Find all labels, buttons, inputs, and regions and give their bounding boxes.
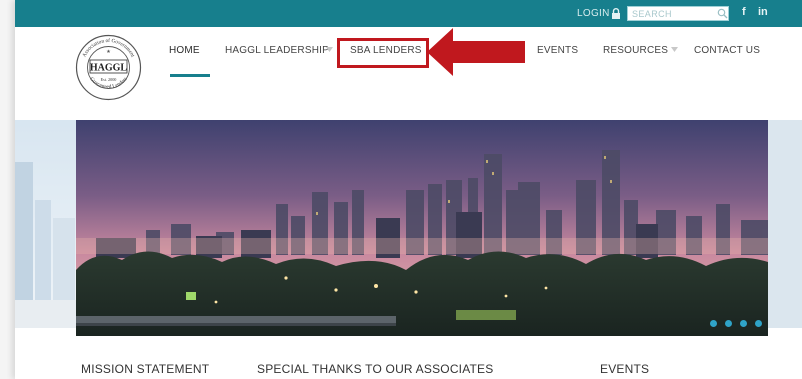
search-icon[interactable] — [717, 8, 728, 19]
utility-bar: LOGIN f in — [15, 0, 802, 27]
logo-center-text: HAGGL — [90, 63, 128, 74]
nav-active-indicator — [170, 74, 210, 77]
previous-slide-peek[interactable] — [15, 120, 76, 328]
annotation-highlight-box — [337, 38, 429, 68]
nav-haggl-leadership[interactable]: HAGGL LEADERSHIP — [225, 45, 329, 56]
chevron-down-icon[interactable] — [326, 47, 333, 53]
nav-events[interactable]: EVENTS — [537, 45, 578, 56]
lock-icon — [612, 8, 620, 19]
slider-dot[interactable] — [755, 320, 762, 327]
slider-dot[interactable] — [725, 320, 732, 327]
hero-image — [76, 120, 768, 336]
nav-home[interactable]: HOME — [169, 45, 200, 56]
slider-dot[interactable] — [710, 320, 717, 327]
website-page: LOGIN f in Association of Government Gua… — [15, 0, 802, 379]
facebook-icon[interactable]: f — [742, 6, 746, 18]
mission-statement-heading: MISSION STATEMENT — [81, 362, 210, 376]
next-slide-peek[interactable] — [768, 120, 802, 328]
slider-pagination — [710, 320, 770, 330]
associates-heading: SPECIAL THANKS TO OUR ASSOCIATES — [257, 362, 494, 376]
logo-est-text: Est. 2000 — [101, 77, 117, 82]
nav-resources[interactable]: RESOURCES — [603, 45, 668, 56]
slider-dot[interactable] — [740, 320, 747, 327]
events-heading: EVENTS — [600, 362, 650, 376]
haggl-logo[interactable]: Association of Government Guaranteed Len… — [75, 34, 142, 101]
annotation-arrow-icon — [427, 28, 525, 76]
chevron-down-icon[interactable] — [671, 47, 678, 53]
nav-contact-us[interactable]: CONTACT US — [694, 45, 760, 56]
search-field — [627, 6, 729, 21]
logo-star-icon: ★ — [106, 49, 111, 55]
linkedin-icon[interactable]: in — [758, 6, 768, 18]
search-input[interactable] — [628, 7, 712, 20]
login-link[interactable]: LOGIN — [577, 8, 610, 19]
